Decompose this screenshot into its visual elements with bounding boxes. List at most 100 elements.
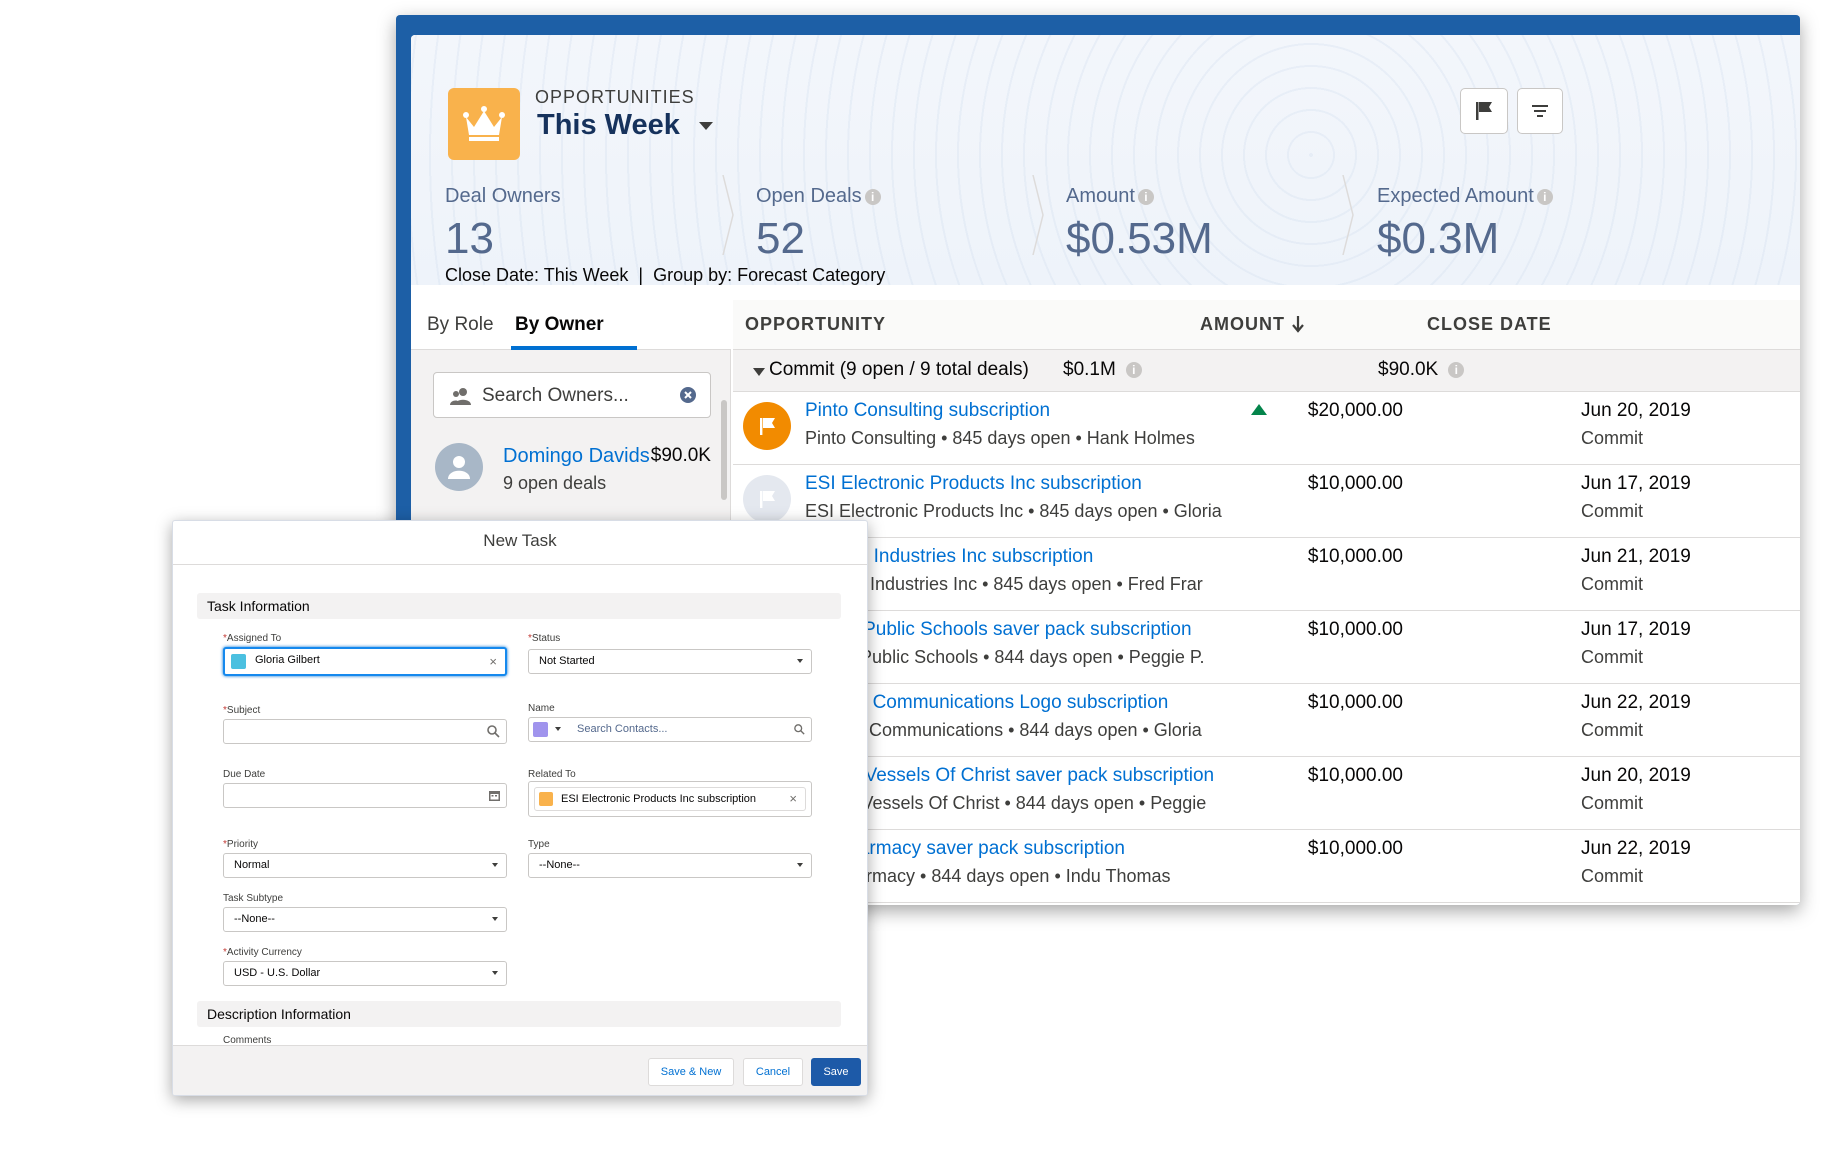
metric-value: 13 [445, 214, 494, 263]
info-icon[interactable]: i [864, 189, 881, 205]
owner-tabs: By Role By Owner [411, 300, 731, 350]
status-label: *Status [528, 633, 561, 644]
close-icon[interactable]: × [789, 788, 797, 810]
type-select[interactable]: --None-- [528, 853, 812, 878]
list-view-title[interactable]: This Week [537, 109, 680, 142]
type-value: --None-- [539, 859, 580, 871]
calendar-icon[interactable] [489, 790, 500, 801]
metric-expected-amount: Expected Amount i $0.3M [1377, 185, 1553, 264]
subject-input[interactable] [223, 719, 507, 744]
section-task-information[interactable]: Task Information [197, 593, 841, 619]
group-row-commit[interactable]: Commit (9 open / 9 total deals) $0.1M i $… [733, 350, 1800, 392]
avatar [435, 443, 483, 491]
chevron-down-icon[interactable] [555, 727, 561, 731]
new-task-modal: New Task Task Information *Assigned To G… [172, 520, 868, 1096]
owner-name[interactable]: Domingo Davids [503, 445, 650, 468]
scrollbar[interactable] [721, 400, 727, 500]
info-icon[interactable]: i [1125, 362, 1142, 378]
table-row[interactable]: trategic Communications Logo subscriptio… [733, 684, 1800, 757]
opportunity-amount: $10,000.00 [1307, 473, 1403, 494]
priority-select[interactable]: Normal [223, 853, 507, 878]
chevron-down-icon [492, 971, 498, 975]
opportunity-details: Pinto Consulting • 845 days open • Hank … [805, 428, 1195, 448]
opportunity-stage: Commit [1581, 793, 1643, 813]
save-new-button[interactable]: Save & New [648, 1058, 734, 1086]
opportunity-amount: $10,000.00 [1307, 692, 1403, 713]
opportunity-details: ritchard Industries Inc • 845 days open … [805, 574, 1203, 594]
table-row[interactable]: eriden Public Schools saver pack subscri… [733, 611, 1800, 684]
tab-by-owner[interactable]: By Owner [515, 314, 604, 336]
modal-title: New Task [173, 521, 867, 565]
chevron-down-icon [492, 863, 498, 867]
chevron-down-icon[interactable] [753, 368, 765, 376]
currency-select[interactable]: USD - U.S. Dollar [223, 961, 507, 986]
filter-icon [1532, 105, 1548, 117]
opportunity-close-date: Jun 22, 2019 [1581, 692, 1691, 713]
currency-value: USD - U.S. Dollar [234, 967, 321, 979]
assigned-to-field[interactable]: Gloria Gilbert × [223, 647, 507, 676]
opportunity-details: trategic Communications • 844 days open … [805, 720, 1202, 740]
metric-value: 52 [756, 214, 805, 263]
column-header-amount[interactable]: AMOUNT [1200, 314, 1305, 335]
opportunity-close-date: Jun 17, 2019 [1581, 473, 1691, 494]
table-row[interactable]: ritchard Industries Inc subscription ritc… [733, 538, 1800, 611]
name-placeholder: Search Contacts... [577, 723, 668, 735]
opportunity-close-date: Jun 17, 2019 [1581, 619, 1691, 640]
info-icon[interactable]: i [1137, 189, 1154, 205]
clear-icon[interactable] [680, 387, 696, 403]
due-date-input[interactable] [223, 783, 507, 808]
section-description-information[interactable]: Description Information [197, 1001, 841, 1027]
owner-search-input[interactable]: Search Owners... [433, 372, 711, 418]
group-expected-amount: $90.0K i [1378, 359, 1465, 381]
opportunity-stage: Commit [1581, 866, 1643, 886]
status-select[interactable]: Not Started [528, 649, 812, 674]
opportunity-close-date: Jun 22, 2019 [1581, 838, 1691, 859]
active-tab-indicator [511, 346, 637, 350]
opportunity-details: eriden Public Schools • 844 days open • … [805, 647, 1205, 667]
save-button[interactable]: Save [811, 1058, 861, 1086]
owner-list-item[interactable]: Domingo Davids 9 open deals $90.0K [411, 435, 719, 510]
table-row[interactable]: VS Pharmacy saver pack subscription VS Ph… [733, 830, 1800, 903]
owner-amount: $90.0K [650, 445, 711, 466]
status-value: Not Started [539, 655, 595, 667]
table-row[interactable]: race N'Vessels Of Christ saver pack subs… [733, 757, 1800, 830]
table-row[interactable]: ESI Electronic Products Inc subscription… [733, 465, 1800, 538]
opportunity-amount: $10,000.00 [1307, 546, 1403, 567]
opportunity-name-link[interactable]: Pinto Consulting subscription [805, 400, 1050, 422]
metric-label: Amount i [1066, 185, 1213, 208]
owner-search-placeholder: Search Owners... [482, 385, 629, 406]
type-label: Type [528, 839, 550, 850]
opportunity-details: VS Pharmacy • 844 days open • Indu Thoma… [805, 866, 1171, 886]
info-icon[interactable]: i [1448, 362, 1465, 378]
filter-button[interactable] [1517, 88, 1563, 134]
assigned-to-value: Gloria Gilbert [255, 654, 320, 666]
assigned-to-label: *Assigned To [223, 633, 282, 644]
cancel-button[interactable]: Cancel [743, 1058, 803, 1086]
chevron-down-icon[interactable] [698, 121, 714, 131]
tab-by-role[interactable]: By Role [427, 314, 494, 336]
close-icon[interactable]: × [489, 649, 497, 674]
column-header-opportunity[interactable]: OPPORTUNITY [745, 314, 886, 335]
related-to-field[interactable]: ESI Electronic Products Inc subscription… [528, 781, 812, 817]
related-to-pill[interactable]: ESI Electronic Products Inc subscription… [534, 787, 806, 811]
opportunity-details: ESI Electronic Products Inc • 845 days o… [805, 501, 1222, 521]
flag-icon [743, 402, 791, 450]
metric-label: Open Deals i [756, 185, 881, 208]
table-row[interactable]: Pinto Consulting subscription Pinto Consu… [733, 392, 1800, 465]
crown-icon [448, 88, 520, 160]
opportunity-name-link[interactable]: ESI Electronic Products Inc subscription [805, 473, 1142, 495]
column-header-close-date[interactable]: CLOSE DATE [1427, 314, 1552, 335]
flag-button[interactable] [1460, 88, 1508, 134]
info-icon[interactable]: i [1536, 189, 1553, 205]
group-label: Commit (9 open / 9 total deals) [769, 359, 1029, 380]
task-subtype-select[interactable]: --None-- [223, 907, 507, 932]
chevron-down-icon [797, 659, 803, 663]
contact-icon [533, 722, 548, 737]
filter-summary: Close Date: This Week | Group by: Foreca… [445, 265, 886, 285]
modal-footer: Save & New Cancel Save [173, 1045, 867, 1095]
metric-amount: Amount i $0.53M [1066, 185, 1213, 264]
chevron-down-icon [492, 917, 498, 921]
task-subtype-label: Task Subtype [223, 893, 284, 904]
name-contact-search[interactable]: Search Contacts... [528, 717, 812, 742]
crown-icon [539, 792, 553, 806]
